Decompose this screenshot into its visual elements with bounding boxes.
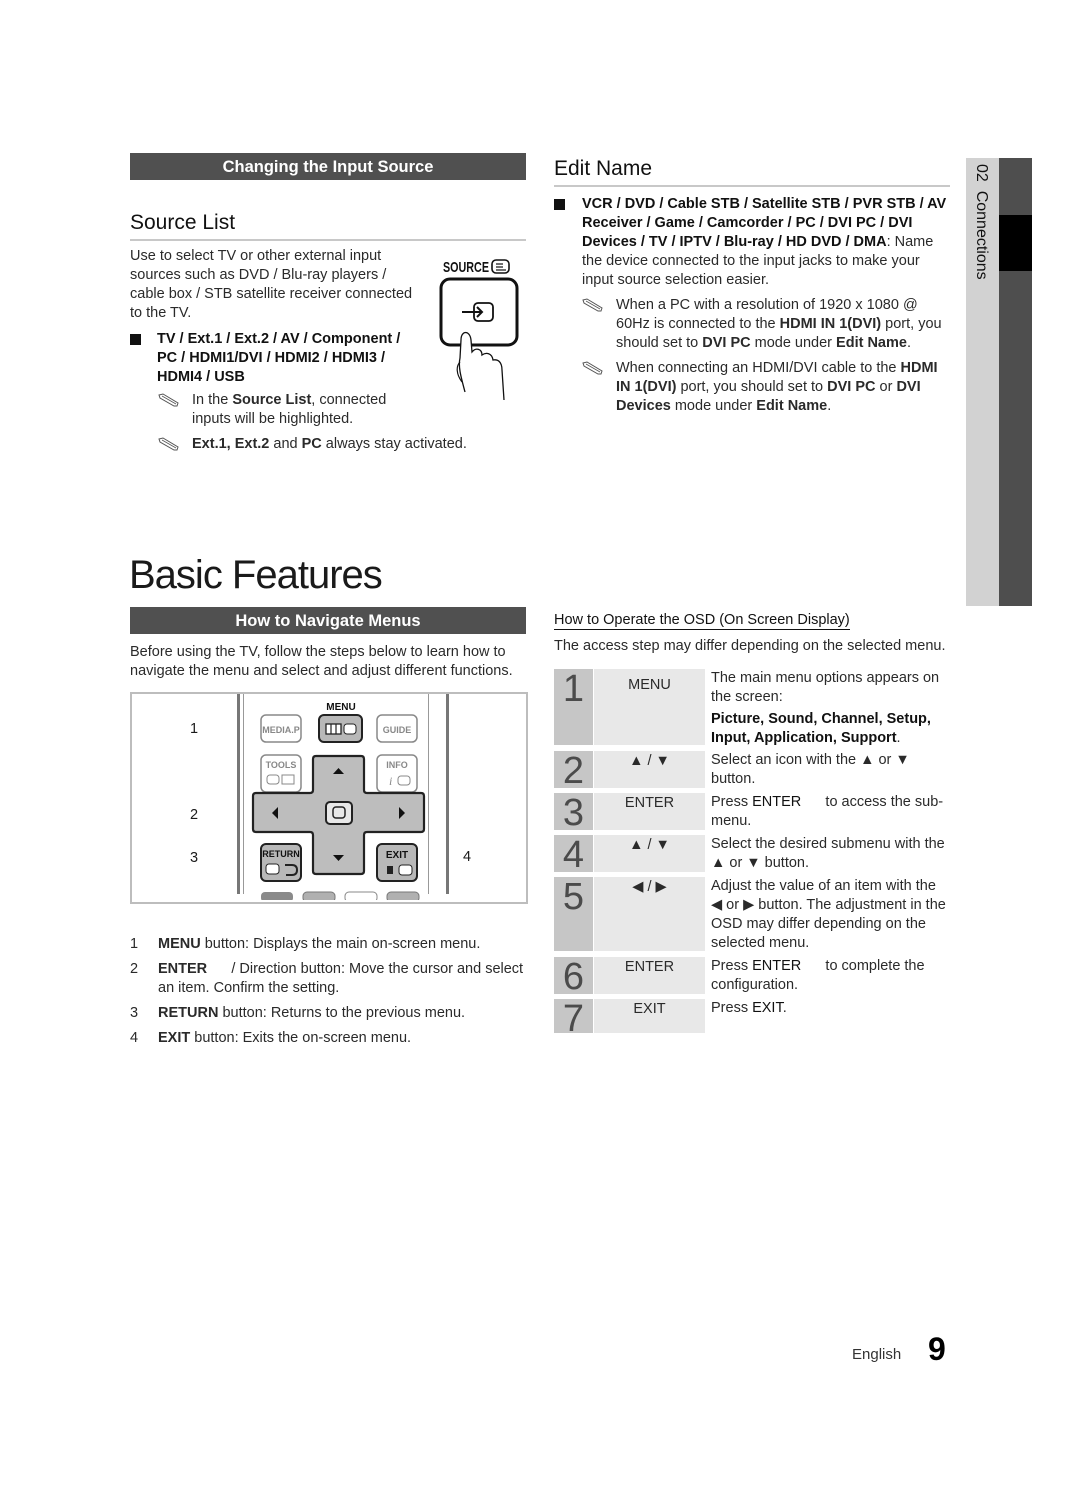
- bullet-square-icon: [130, 334, 141, 345]
- callout-3: 3: [190, 850, 199, 866]
- step-number: 7: [554, 999, 593, 1038]
- callout-2: 2: [190, 807, 199, 823]
- bullet-square-icon: [554, 199, 565, 210]
- callout-1: 1: [190, 721, 199, 737]
- remote-illustration: 1 2 3 4 MENU MEDIA.P GUIDE TOOLS INFO i: [130, 692, 528, 904]
- remote-menu-label: MENU: [326, 702, 355, 713]
- step-key: EXIT: [594, 999, 705, 1033]
- chapter-side-tab[interactable]: 02 Connections: [966, 158, 999, 606]
- step-number: 2: [554, 751, 593, 790]
- edit-name-title: Edit Name: [554, 157, 950, 187]
- source-list-title-text: Source List: [130, 211, 236, 234]
- osd-step-row: 1 MENU The main menu options appears on …: [554, 669, 950, 746]
- remote-buttons: MENU MEDIA.P GUIDE TOOLS INFO i RETURN E…: [251, 702, 426, 900]
- pencil-note-icon: [582, 298, 603, 312]
- pencil-note-icon: [158, 393, 179, 407]
- source-list-description: Use to select TV or other external input…: [130, 248, 413, 321]
- page-title: Basic Features: [129, 553, 383, 597]
- step-description: .: [782, 1000, 787, 1016]
- remote-edge-right-inner: [428, 694, 429, 894]
- svg-text:TOOLS: TOOLS: [266, 760, 297, 770]
- svg-text:i: i: [389, 774, 392, 788]
- pencil-note-icon: [158, 437, 179, 451]
- list-item: 2 ENTER / Direction button: Move the cur…: [130, 961, 528, 996]
- source-list-bullet: TV / Ext.1 / Ext.2 / AV / Component / PC…: [130, 330, 420, 387]
- list-item: 1 MENU button: Displays the main on-scre…: [130, 936, 481, 952]
- osd-step-row: 3 ENTER Press ENTER to access the sub-me…: [554, 793, 950, 832]
- osd-step-row: 2 ▲ / ▼ Select an icon with the ▲ or ▼ b…: [554, 751, 950, 790]
- svg-text:MEDIA.P: MEDIA.P: [262, 725, 300, 735]
- page-number: 9: [928, 1331, 946, 1367]
- step-description: The main menu options appears on the scr…: [711, 670, 940, 705]
- source-hand-icon: SOURCE: [439, 259, 519, 401]
- step-number: 3: [554, 793, 593, 832]
- osd-step-row: 7 EXIT Press EXIT.: [554, 999, 950, 1038]
- section-banner-navigate: How to Navigate Menus: [130, 607, 526, 634]
- svg-text:GUIDE: GUIDE: [383, 725, 412, 735]
- svg-text:RETURN: RETURN: [262, 849, 300, 859]
- step-key: ENTER: [594, 957, 705, 994]
- osd-step-row: 6 ENTER Press ENTER to complete the conf…: [554, 957, 950, 996]
- remote-edge-right: [446, 694, 449, 894]
- step-description: Select an icon with the ▲ or ▼ button.: [711, 752, 910, 787]
- source-list-note-2: Ext.1, Ext.2 and PC always stay activate…: [158, 435, 528, 454]
- svg-text:EXIT: EXIT: [386, 850, 408, 861]
- section-banner-input-source: Changing the Input Source: [130, 153, 526, 180]
- edit-name-bullet: VCR / DVD / Cable STB / Satellite STB / …: [554, 195, 950, 290]
- source-list-inputs: TV / Ext.1 / Ext.2 / AV / Component / PC…: [157, 331, 401, 385]
- step-key: ▲ / ▼: [594, 751, 705, 788]
- source-list-title: Source List: [130, 211, 526, 241]
- osd-heading: How to Operate the OSD (On Screen Displa…: [554, 612, 850, 630]
- step-number: 1: [554, 669, 593, 745]
- step-key: MENU: [594, 669, 705, 745]
- remote-edge-left: [237, 694, 240, 894]
- remote-enter-button: [325, 801, 353, 825]
- source-list-note-1: In the Source List, connected inputs wil…: [158, 391, 408, 429]
- edit-name-note-1: When a PC with a resolution of 1920 x 10…: [582, 296, 952, 353]
- svg-text:INFO: INFO: [386, 760, 408, 770]
- source-button-illustration: SOURCE: [436, 252, 524, 402]
- step-key: ◀ / ▶: [594, 877, 705, 951]
- footer-language: English: [852, 1346, 902, 1363]
- list-item: 3 RETURN button: Returns to the previous…: [130, 1005, 466, 1021]
- list-item: 4 EXIT button: Exits the on-screen menu.: [130, 1030, 412, 1046]
- osd-step-row: 4 ▲ / ▼ Select the desired submenu with …: [554, 835, 950, 874]
- banner-text: Changing the Input Source: [222, 158, 434, 176]
- step-description: Adjust the value of an item with the ◀ o…: [711, 878, 946, 951]
- step-number: 5: [554, 877, 593, 951]
- banner-text: How to Navigate Menus: [235, 612, 421, 630]
- step-key: ▲ / ▼: [594, 835, 705, 872]
- chapter-number: 02: [973, 164, 990, 182]
- osd-intro: The access step may differ depending on …: [554, 638, 946, 654]
- step-number: 4: [554, 835, 593, 874]
- callout-4: 4: [463, 849, 472, 865]
- navigate-intro: Before using the TV, follow the steps be…: [130, 644, 513, 679]
- navigate-button-list: 1 MENU button: Displays the main on-scre…: [130, 935, 526, 1048]
- step-number: 6: [554, 957, 593, 996]
- side-tab-active-marker: [999, 215, 1032, 271]
- step-description: Select the desired submenu with the ▲ or…: [711, 836, 945, 871]
- pencil-note-icon: [582, 361, 603, 375]
- step-key: ENTER: [594, 793, 705, 830]
- osd-step-row: 5 ◀ / ▶ Adjust the value of an item with…: [554, 877, 950, 951]
- edit-name-title-text: Edit Name: [554, 157, 653, 180]
- chapter-label: Connections: [973, 190, 990, 280]
- svg-text:SOURCE: SOURCE: [443, 259, 489, 276]
- edit-name-note-2: When connecting an HDMI/DVI cable to the…: [582, 359, 952, 416]
